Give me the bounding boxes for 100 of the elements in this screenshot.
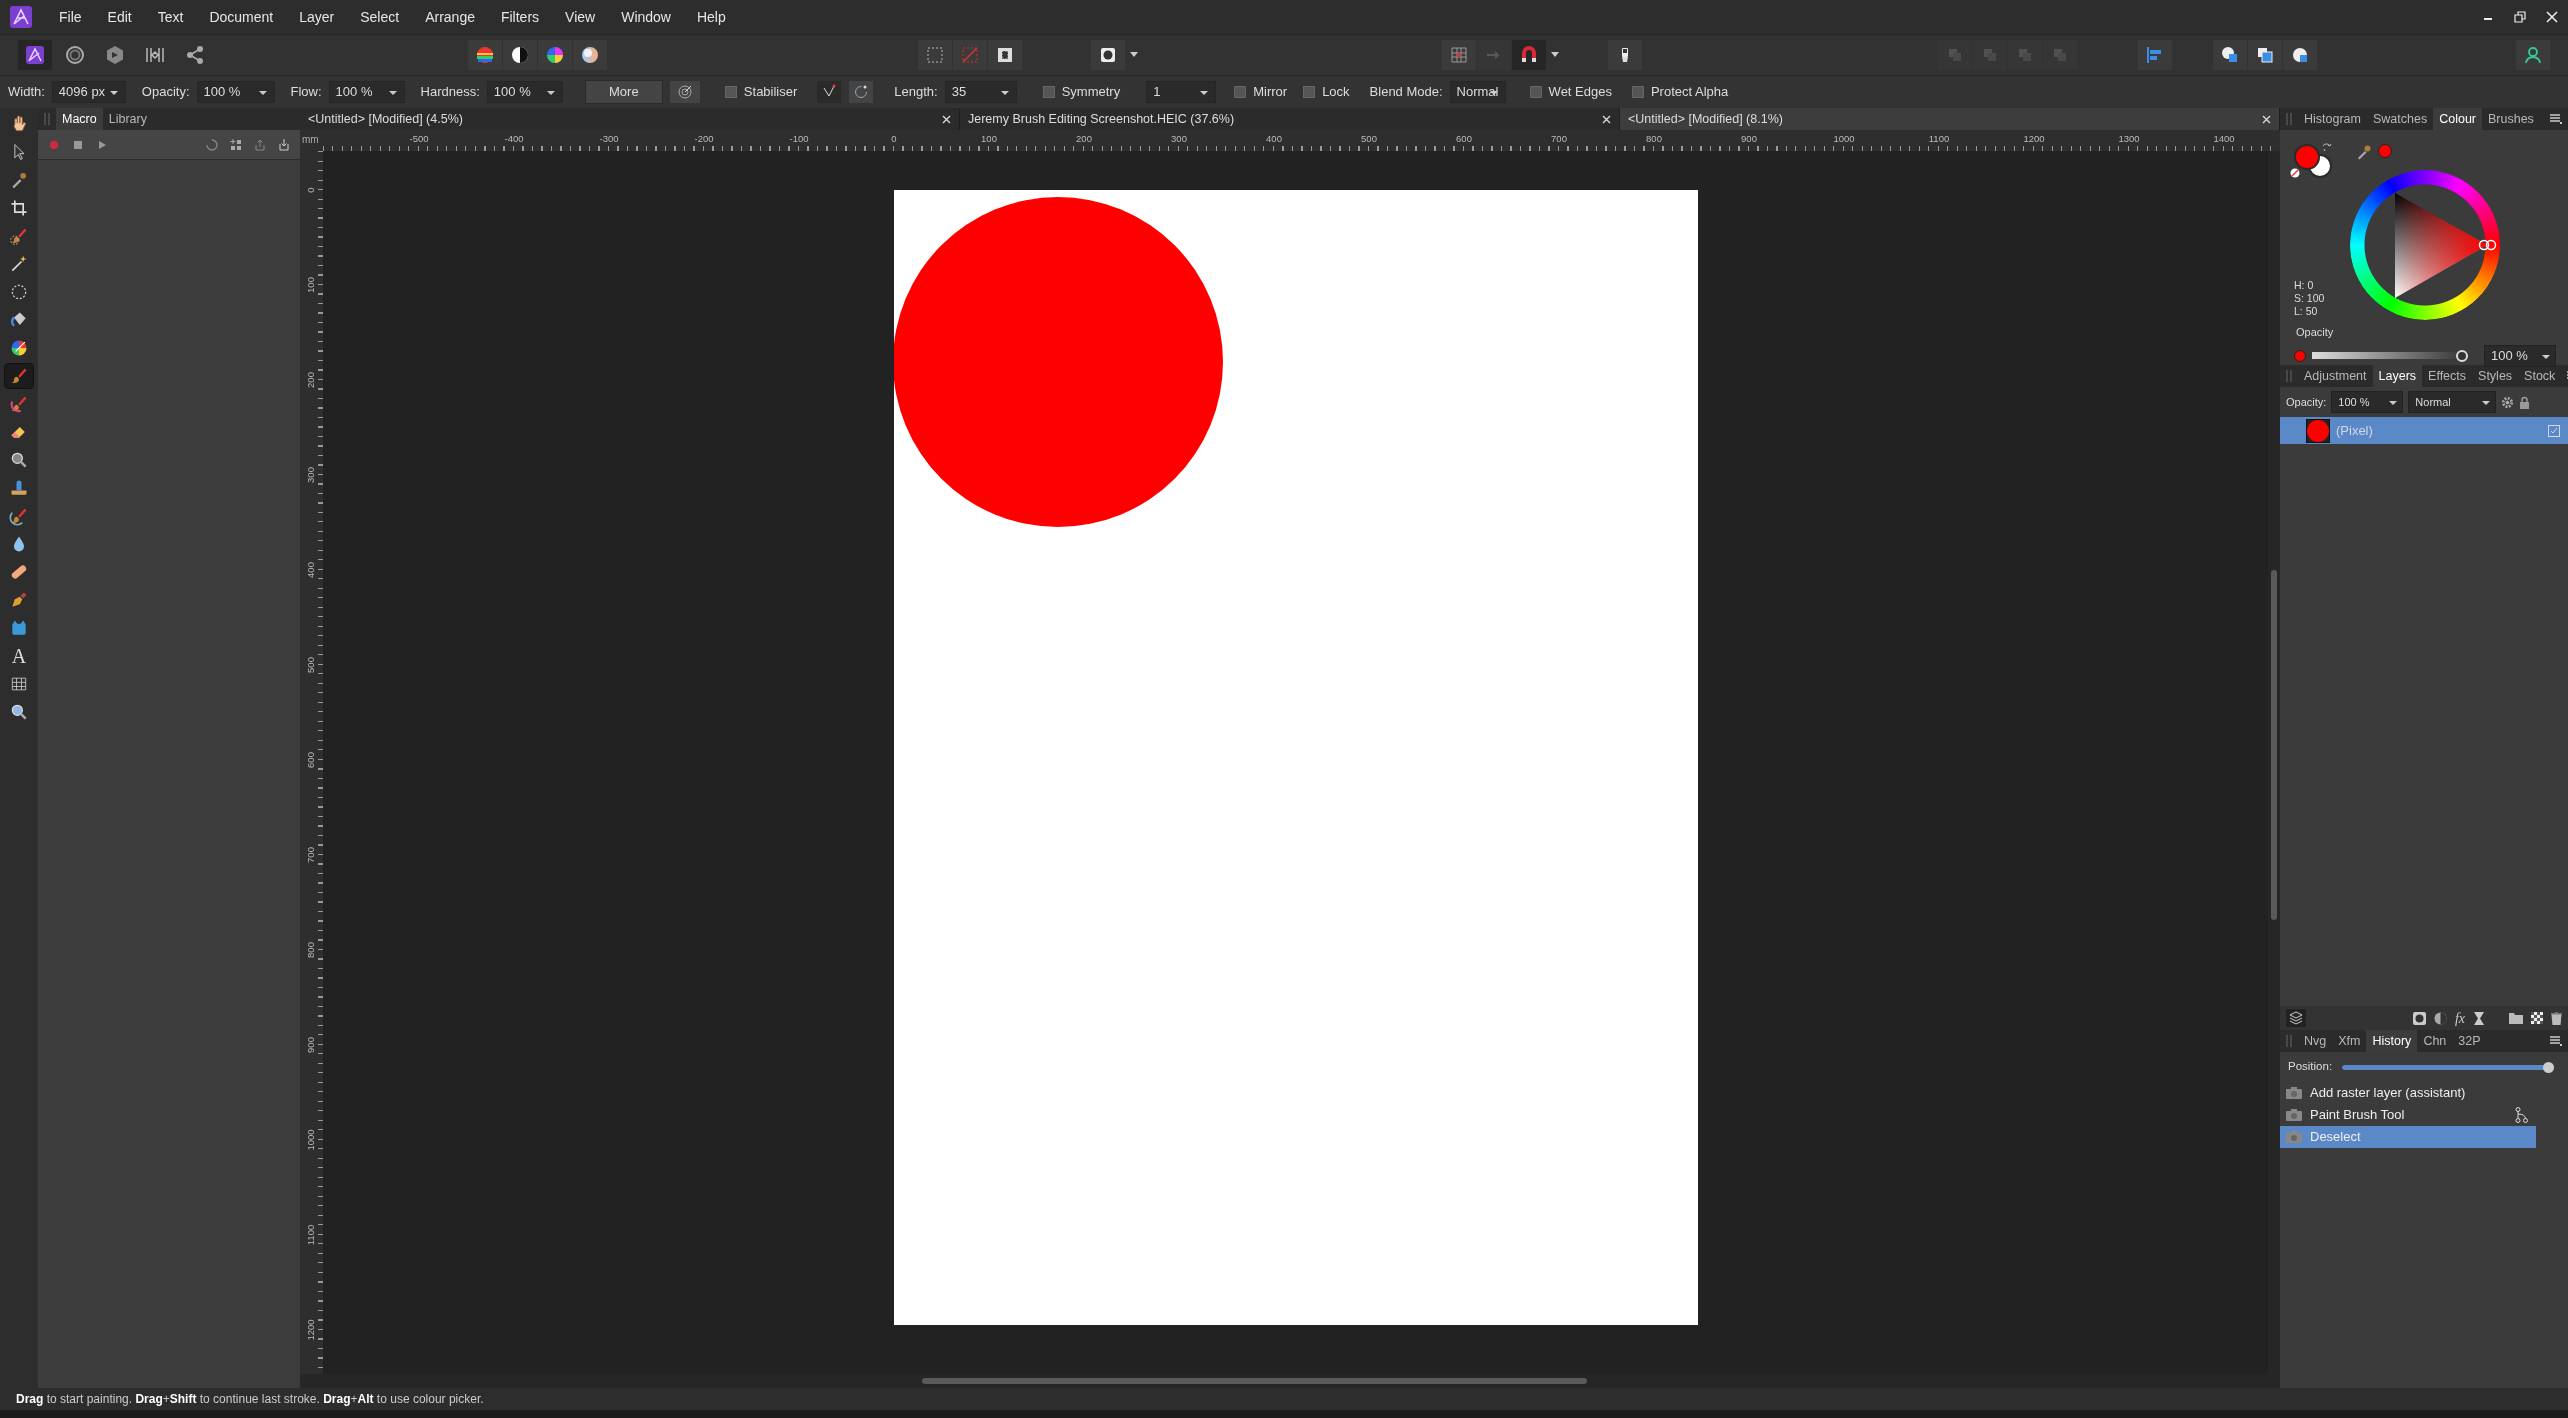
menu-item[interactable]: Filters xyxy=(487,6,553,28)
panel-tab[interactable]: 32P xyxy=(2452,1030,2487,1052)
toolbar-button[interactable] xyxy=(2283,40,2317,70)
handle-icon[interactable] xyxy=(2478,239,2498,251)
stop-icon[interactable] xyxy=(72,138,84,151)
branch-icon[interactable] xyxy=(2515,1107,2528,1123)
grip-icon[interactable] xyxy=(2286,113,2292,125)
panel-tab[interactable]: Nvg xyxy=(2298,1030,2333,1052)
dropdown-field[interactable]: 35 xyxy=(944,81,1017,103)
grip-icon[interactable] xyxy=(2286,1035,2292,1047)
layers-icon[interactable] xyxy=(2289,1011,2303,1025)
import-icon[interactable] xyxy=(278,138,290,151)
panel-tab[interactable]: Chn xyxy=(2417,1030,2453,1052)
dropdown-field[interactable]: Normal xyxy=(1449,81,1506,103)
history-item[interactable]: Add raster layer (assistant) xyxy=(2280,1082,2536,1104)
trash-icon[interactable] xyxy=(2551,1011,2562,1025)
brush-settings-button[interactable] xyxy=(669,81,700,103)
play-icon[interactable] xyxy=(96,138,108,151)
close-icon[interactable] xyxy=(942,114,951,124)
close-icon[interactable] xyxy=(2262,114,2271,124)
toolbar-button[interactable] xyxy=(468,40,502,70)
checkbox[interactable] xyxy=(1631,86,1644,98)
menu-item[interactable]: Document xyxy=(196,6,287,28)
toolbar-button[interactable] xyxy=(1608,40,1642,70)
toolbar-button[interactable] xyxy=(1091,40,1125,70)
toolbar-button[interactable] xyxy=(988,40,1022,70)
primary-colour-swatch[interactable] xyxy=(2294,144,2320,170)
checkbox[interactable] xyxy=(724,86,737,98)
opacity-field[interactable]: 100 % xyxy=(2331,391,2404,413)
menu-item[interactable]: Layer xyxy=(286,6,348,28)
lock-icon[interactable] xyxy=(2519,395,2531,409)
dropdown-field[interactable]: 1 xyxy=(1146,81,1217,103)
fx-button[interactable]: fx xyxy=(2454,1007,2465,1029)
history-item[interactable]: Paint Brush Tool xyxy=(2280,1104,2536,1126)
colour-swatch[interactable] xyxy=(2294,349,2306,362)
checkbox[interactable] xyxy=(1234,86,1247,98)
menu-item[interactable]: Help xyxy=(683,6,739,28)
menu-item[interactable]: View xyxy=(552,6,609,28)
grip-icon[interactable] xyxy=(2286,370,2292,382)
panel-tab[interactable]: Layers xyxy=(2372,365,2423,387)
panel-tab[interactable]: Histogram xyxy=(2298,108,2367,130)
panel-tab[interactable]: Stock xyxy=(2518,365,2562,387)
visibility-checkbox[interactable] xyxy=(2548,424,2560,437)
document-tab[interactable]: <Untitled> [Modified] (8.1%) xyxy=(1620,108,2280,130)
export-icon[interactable] xyxy=(254,138,266,151)
hourglass-icon[interactable] xyxy=(2473,1011,2485,1025)
panel-menu-icon[interactable] xyxy=(2550,1036,2562,1046)
mask-icon[interactable] xyxy=(2412,1011,2426,1025)
blend-mode-field[interactable]: Normal xyxy=(2408,391,2497,413)
swap-icon[interactable] xyxy=(2322,142,2332,152)
text-tool-button[interactable]: A xyxy=(5,644,33,668)
no-colour-icon[interactable] xyxy=(2290,168,2300,178)
checkbox[interactable] xyxy=(1042,86,1055,98)
scrollbar-thumb[interactable] xyxy=(922,1378,1587,1384)
panel-tab[interactable]: Macro xyxy=(56,108,103,130)
tool-button[interactable] xyxy=(5,364,33,388)
grip-icon[interactable] xyxy=(44,113,50,125)
menu-item[interactable]: Edit xyxy=(94,6,145,28)
half-circle-icon[interactable] xyxy=(2433,1011,2447,1025)
add-icon[interactable] xyxy=(230,138,242,151)
panel-tab[interactable]: Effects xyxy=(2422,365,2473,387)
close-icon[interactable] xyxy=(2545,10,2559,24)
toolbar-button[interactable] xyxy=(573,40,607,70)
panel-tab[interactable]: Xfm xyxy=(2332,1030,2367,1052)
panel-tab[interactable]: Adjustment xyxy=(2298,365,2373,387)
settings-icon[interactable] xyxy=(2501,395,2515,409)
panel-tab[interactable]: Colour xyxy=(2433,108,2482,130)
toolbar-button[interactable] xyxy=(1512,40,1546,70)
reload-icon[interactable] xyxy=(206,138,218,151)
more-button[interactable]: More xyxy=(584,80,663,104)
caret-icon[interactable] xyxy=(1130,52,1138,58)
restore-icon[interactable] xyxy=(2513,10,2527,24)
panel-tab[interactable]: Library xyxy=(102,108,153,130)
menu-item[interactable]: File xyxy=(46,6,95,28)
checkbox[interactable] xyxy=(1529,86,1542,98)
menu-item[interactable]: Arrange xyxy=(412,6,488,28)
panel-tab[interactable]: Styles xyxy=(2472,365,2519,387)
toolbar-button[interactable] xyxy=(2213,40,2247,70)
caret-icon[interactable] xyxy=(1551,52,1559,58)
dropdown-field[interactable]: 100 % xyxy=(196,81,275,103)
opacity-field[interactable]: 100 % xyxy=(2484,344,2556,367)
close-icon[interactable] xyxy=(1602,114,1611,124)
panel-menu-icon[interactable] xyxy=(2550,114,2562,124)
scrollbar-thumb[interactable] xyxy=(2271,570,2277,920)
picked-colour-swatch[interactable] xyxy=(2378,144,2392,158)
dropdown-field[interactable]: 4096 px xyxy=(51,81,126,103)
checker-icon[interactable] xyxy=(2531,1012,2543,1024)
toolbar-button[interactable] xyxy=(503,40,537,70)
menu-item[interactable]: Window xyxy=(608,6,684,28)
toolbar-button[interactable] xyxy=(538,40,572,70)
dropdown-field[interactable]: 100 % xyxy=(486,81,563,103)
toolbar-button[interactable] xyxy=(2248,40,2282,70)
toolbar-button[interactable] xyxy=(18,40,52,70)
folder-icon[interactable] xyxy=(2509,1012,2523,1024)
menu-item[interactable]: Text xyxy=(144,6,197,28)
dropdown-field[interactable]: 100 % xyxy=(328,81,405,103)
menu-item[interactable]: Select xyxy=(347,6,413,28)
window-mode-button[interactable] xyxy=(849,81,874,103)
checkbox[interactable] xyxy=(1303,86,1316,98)
rope-mode-button[interactable] xyxy=(817,81,842,103)
